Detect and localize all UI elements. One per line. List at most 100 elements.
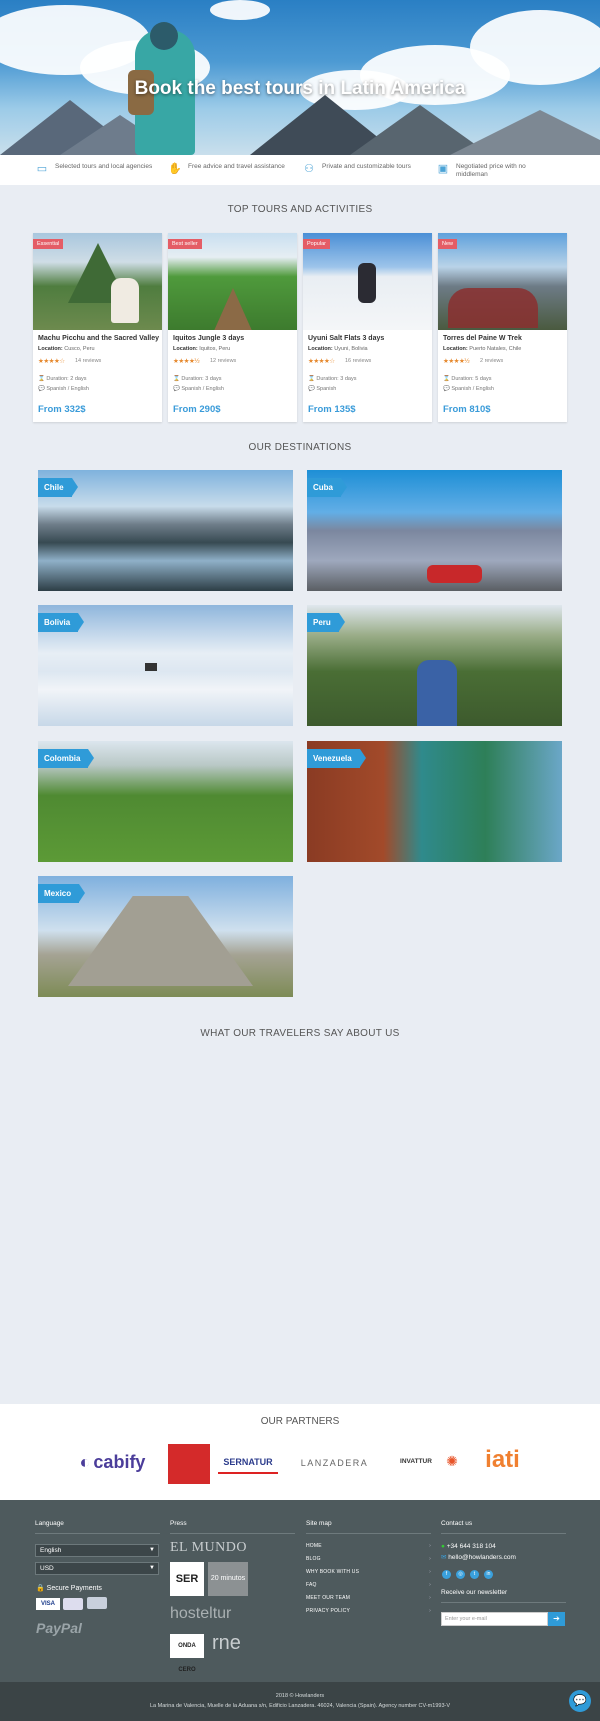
tour-image[interactable]: New [438, 233, 567, 330]
visa-card-icon: VISA [36, 1598, 60, 1610]
chevron-right-icon: › [429, 1608, 431, 1614]
review-count: 16 reviews [345, 358, 372, 364]
features-bar: ▭ Selected tours and local agencies ✋ Fr… [0, 155, 600, 185]
contact-phone[interactable]: ● +34 644 318 104 [441, 1543, 496, 1550]
destination-card-cuba[interactable]: Cuba [307, 470, 562, 591]
destination-label: Peru [307, 613, 345, 632]
linkedin-icon[interactable]: in [484, 1570, 493, 1579]
hero-title: Book the best tours in Latin America [134, 78, 466, 99]
testimonials-section-title: WHAT OUR TRAVELERS SAY ABOUT US [200, 1028, 400, 1039]
tour-languages: 💬 Spanish / English [173, 386, 224, 392]
address-text: La Marina de Valencia, Muelle de la Adua… [149, 1703, 451, 1709]
chat-button[interactable]: 💬 [569, 1690, 591, 1712]
person-icon: ⚇ [304, 163, 314, 175]
sitemap-link-privacy[interactable]: PRIVACY POLICY › [306, 1608, 431, 1614]
cabify-icon: ◐ [79, 1451, 91, 1472]
star-rating: ★★★★½ [173, 358, 200, 365]
tour-card[interactable]: Popular Uyuni Salt Flats 3 days Location… [303, 233, 432, 422]
destination-card-mexico[interactable]: Mexico [38, 876, 293, 997]
tour-location: Location: Iquitos, Peru [173, 346, 231, 352]
partner-logo-chile-gov[interactable] [168, 1444, 210, 1484]
sitemap-link-faq[interactable]: FAQ › [306, 1582, 431, 1588]
star-rating: ★★★★½ [443, 358, 470, 365]
tour-price: From 290$ [173, 404, 221, 415]
press-logo-ondacero[interactable]: ONDA CERO [170, 1634, 204, 1673]
twitter-icon[interactable]: t [470, 1570, 479, 1579]
destinations-section-title: OUR DESTINATIONS [248, 442, 352, 453]
feature-item: ⚇ Private and customizable tours [302, 163, 411, 175]
feature-text: Free advice and travel assistance [188, 163, 285, 170]
tour-image[interactable]: Essential [33, 233, 162, 330]
instagram-icon[interactable]: ◎ [456, 1570, 465, 1579]
mail-icon: ✉ [441, 1554, 447, 1561]
newsletter-email-input[interactable]: Enter your e-mail [441, 1612, 548, 1626]
footer-contact-heading: Contact us [441, 1520, 566, 1534]
hourglass-icon: ⌛ [308, 376, 315, 382]
newsletter-submit-button[interactable]: ➔ [548, 1612, 565, 1626]
destination-label: Colombia [38, 749, 95, 768]
tour-name[interactable]: Uyuni Salt Flats 3 days [308, 335, 384, 342]
partners-section-title: OUR PARTNERS [260, 1416, 340, 1427]
sitemap-link-blog[interactable]: BLOG › [306, 1556, 431, 1562]
tour-image[interactable]: Popular [303, 233, 432, 330]
tour-price: From 332$ [38, 404, 86, 415]
partners-section: OUR PARTNERS ◐ cabify SERNATUR LANZADERA … [0, 1404, 600, 1500]
tour-languages: 💬 Spanish [308, 386, 337, 392]
star-rating: ★★★★☆ [38, 358, 65, 365]
destination-card-chile[interactable]: Chile [38, 470, 293, 591]
tour-card[interactable]: Best seller Iquitos Jungle 3 days Locati… [168, 233, 297, 422]
destination-card-bolivia[interactable]: Bolivia [38, 605, 293, 726]
tour-card[interactable]: New Torres del Paine W Trek Location: Pu… [438, 233, 567, 422]
sitemap-link-home[interactable]: HOME › [306, 1543, 431, 1549]
card-icon [87, 1597, 107, 1609]
destination-card-peru[interactable]: Peru [307, 605, 562, 726]
footer-press-heading: Press [170, 1520, 295, 1534]
tour-duration: ⌛ Duration: 2 days [38, 376, 87, 382]
lock-icon: 🔒 [36, 1585, 45, 1592]
paypal-logo: PayPal [36, 1620, 82, 1636]
partner-logo-invattur[interactable]: INVATTUR [392, 1448, 440, 1474]
palm-icon: ✺ [446, 1452, 458, 1469]
hourglass-icon: ⌛ [38, 376, 45, 382]
review-count: 14 reviews [75, 358, 102, 364]
press-logo-ser[interactable]: SER [170, 1562, 204, 1596]
speech-icon: 💬 [308, 386, 315, 392]
tour-name[interactable]: Torres del Paine W Trek [443, 335, 522, 342]
tour-card[interactable]: Essential Machu Picchu and the Sacred Va… [33, 233, 162, 422]
partner-logo-cabify[interactable]: ◐ cabify [70, 1448, 155, 1476]
partner-logo-sernatur[interactable]: SERNATUR [218, 1452, 278, 1474]
tour-image[interactable]: Best seller [168, 233, 297, 330]
chevron-down-icon: ▼ [149, 1565, 155, 1571]
mastercard-icon [63, 1598, 83, 1610]
sitemap-link-why-book[interactable]: WHY BOOK WITH US › [306, 1569, 431, 1575]
footer-language-heading: Language [35, 1520, 160, 1534]
tours-section-title: TOP TOURS AND ACTIVITIES [227, 204, 373, 215]
currency-select[interactable]: USD ▼ [35, 1562, 159, 1575]
tour-price: From 810$ [443, 404, 491, 415]
language-select[interactable]: English ▼ [35, 1544, 159, 1557]
tour-languages: 💬 Spanish / English [38, 386, 89, 392]
chevron-right-icon: › [429, 1543, 431, 1549]
destination-label: Venezuela [307, 749, 366, 768]
destination-card-colombia[interactable]: Colombia [38, 741, 293, 862]
facebook-icon[interactable]: f [442, 1570, 451, 1579]
secure-payments: 🔒 Secure Payments [36, 1585, 102, 1592]
press-logo-hosteltur[interactable]: hosteltur [170, 1605, 231, 1623]
partner-logo-iati[interactable]: iati [475, 1442, 530, 1478]
whatsapp-icon: ● [441, 1543, 445, 1550]
chat-icon: 💬 [573, 1695, 587, 1707]
footer-bottom: 2018 © Howlanders La Marina de Valencia,… [0, 1682, 600, 1721]
tour-duration: ⌛ Duration: 3 days [308, 376, 357, 382]
handshake-icon: ✋ [168, 163, 182, 175]
tour-name[interactable]: Iquitos Jungle 3 days [173, 335, 244, 342]
partner-logo-lanzadera[interactable]: LANZADERA [297, 1452, 372, 1474]
tour-name[interactable]: Machu Picchu and the Sacred Valley [38, 335, 159, 342]
sitemap-link-team[interactable]: MEET OUR TEAM › [306, 1595, 431, 1601]
feature-item: ✋ Free advice and travel assistance [168, 163, 285, 175]
press-logo-rne[interactable]: rne [212, 1632, 241, 1655]
contact-email[interactable]: ✉ hello@howlanders.com [441, 1553, 516, 1561]
press-logo-20minutos[interactable]: 20 minutos [208, 1562, 248, 1596]
destination-card-venezuela[interactable]: Venezuela [307, 741, 562, 862]
press-logo-elmundo[interactable]: EL MUNDO [170, 1540, 247, 1556]
speech-icon: 💬 [173, 386, 180, 392]
